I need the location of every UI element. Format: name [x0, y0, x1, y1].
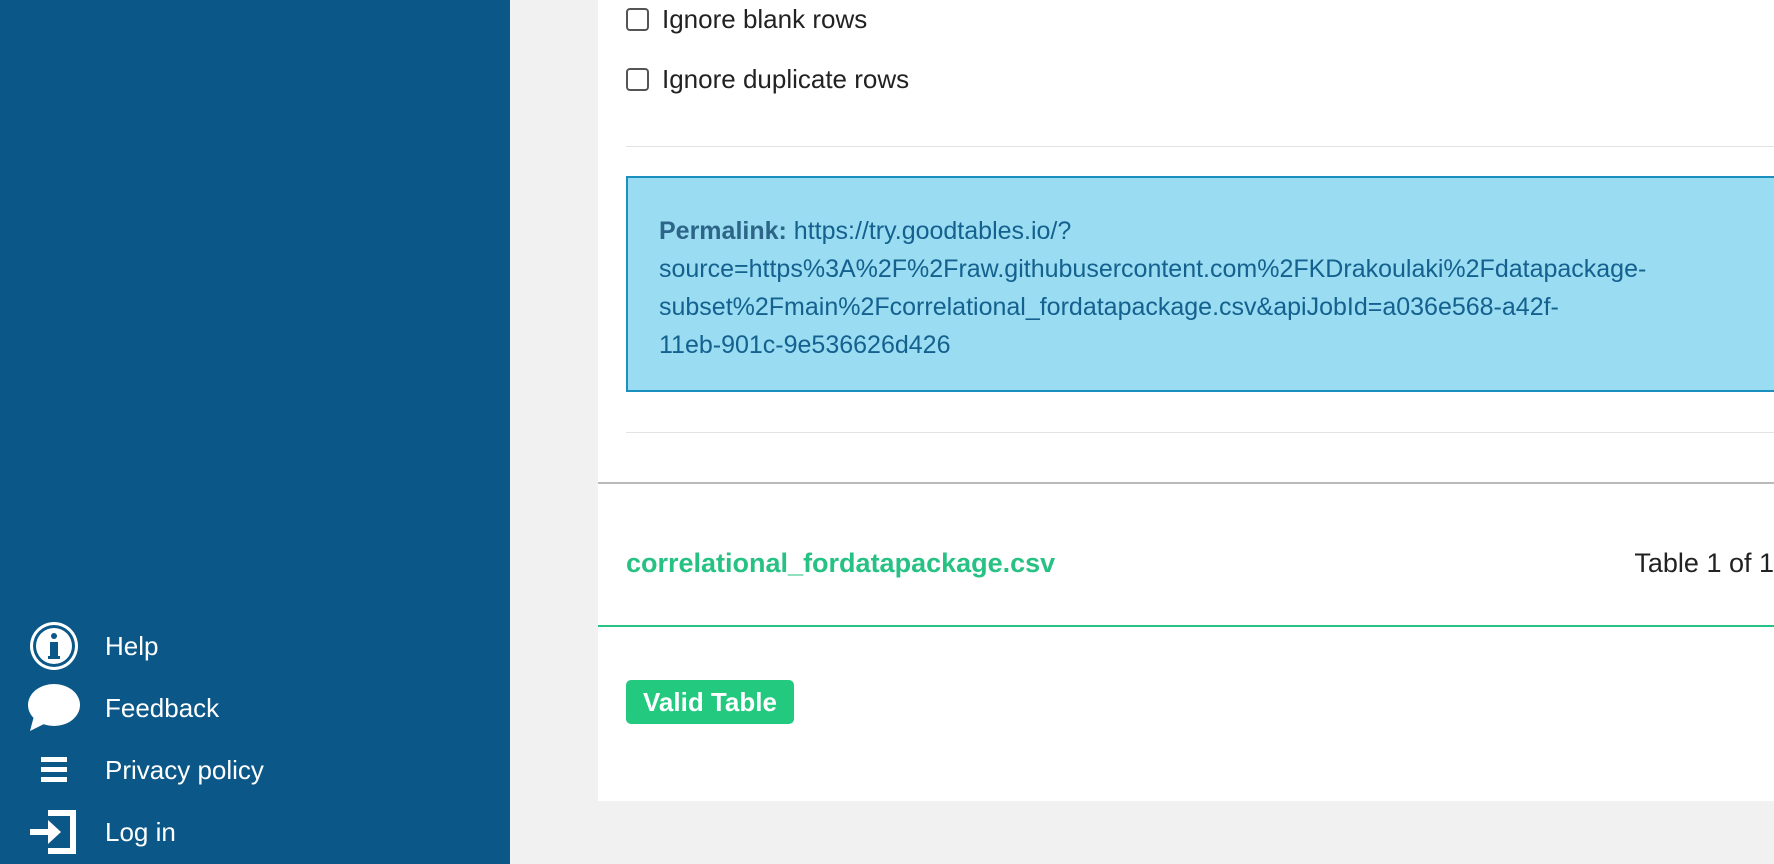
permalink-alert: Permalink: https://try.goodtables.io/? s… — [626, 176, 1774, 392]
sidebar-item-privacy-policy[interactable]: Privacy policy — [28, 744, 264, 796]
info-icon — [28, 620, 80, 672]
permalink-label: Permalink: — [659, 217, 787, 245]
section-divider — [598, 482, 1774, 484]
speech-bubble-icon — [28, 682, 80, 734]
sidebar-item-label: Help — [105, 630, 159, 661]
table-count: Table 1 of 1 — [1634, 548, 1774, 578]
ignore-blank-rows-label: Ignore blank rows — [662, 4, 868, 34]
sidebar-item-label: Log in — [105, 816, 176, 847]
table-header-underline — [598, 625, 1774, 627]
file-name: correlational_fordatapackage.csv — [626, 548, 1056, 578]
ignore-duplicate-rows-label: Ignore duplicate rows — [662, 64, 910, 94]
ignore-duplicate-rows-checkbox[interactable] — [626, 68, 649, 91]
divider — [626, 146, 1774, 147]
ignore-duplicate-rows-option[interactable]: Ignore duplicate rows — [626, 64, 909, 95]
report-panel: Ignore blank rows Ignore duplicate rows … — [598, 0, 1774, 801]
status-badge: Valid Table — [626, 680, 794, 724]
login-icon — [28, 806, 80, 858]
sidebar-item-label: Feedback — [105, 692, 220, 723]
sidebar-item-feedback[interactable]: Feedback — [28, 682, 219, 734]
sidebar-item-help[interactable]: Help — [28, 620, 158, 672]
ignore-blank-rows-option[interactable]: Ignore blank rows — [626, 4, 867, 35]
ignore-blank-rows-checkbox[interactable] — [626, 8, 649, 31]
list-icon — [28, 744, 80, 796]
sidebar-item-log-in[interactable]: Log in — [28, 806, 176, 858]
divider — [626, 432, 1774, 433]
sidebar-item-label: Privacy policy — [105, 754, 264, 785]
sidebar: Help Feedback Privacy policy Log in — [0, 0, 510, 864]
permalink-url[interactable]: https://try.goodtables.io/? source=https… — [659, 217, 1646, 359]
